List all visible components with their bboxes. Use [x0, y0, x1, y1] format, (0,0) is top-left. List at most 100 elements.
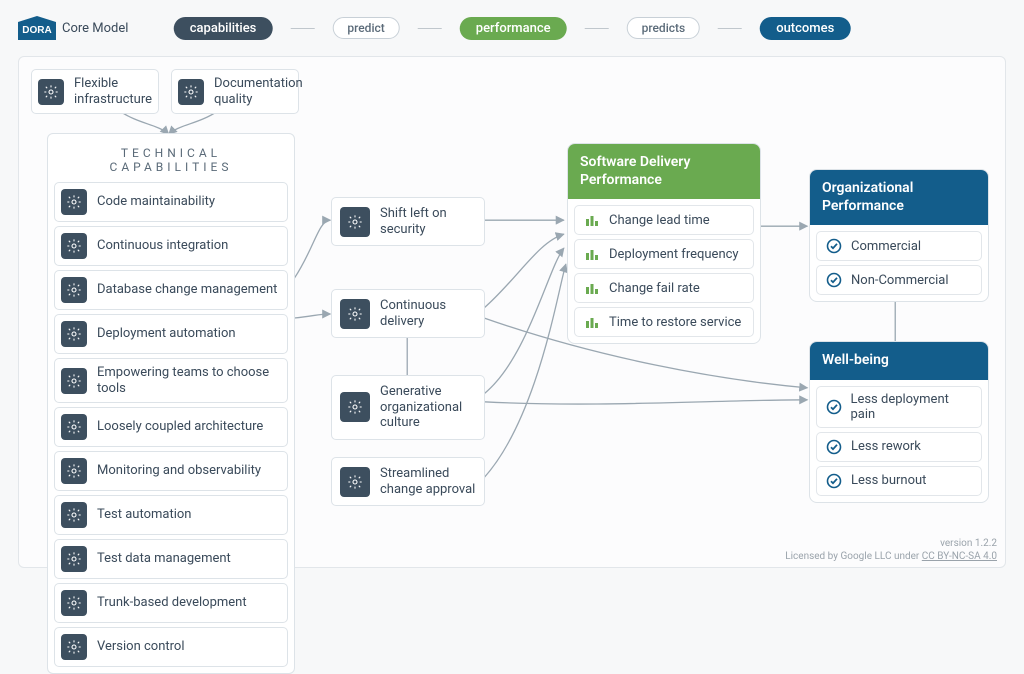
cap-generative-culture: Generative organizational culture — [331, 375, 485, 440]
logo-subtitle: Core Model — [62, 21, 128, 36]
legend-connector — [718, 28, 742, 29]
legend-connector — [290, 28, 314, 29]
panel-title: Well-being — [810, 342, 988, 380]
metric-label: Less rework — [851, 439, 921, 454]
metric-label: Time to restore service — [609, 315, 741, 330]
metric-item: Less burnout — [816, 466, 982, 496]
bar-chart-icon — [583, 313, 601, 331]
legend-connector — [418, 28, 442, 29]
bar-chart-icon — [583, 211, 601, 229]
cap-item: Monitoring and observability — [54, 451, 288, 491]
cap-item: Database change management — [54, 270, 288, 310]
metric-label: Less burnout — [851, 473, 926, 488]
cap-label: Monitoring and observability — [97, 463, 261, 479]
metric-item: Non-Commercial — [816, 265, 982, 295]
sdp-panel: Software Delivery Performance Change lea… — [567, 143, 761, 344]
cap-label: Database change management — [97, 282, 277, 298]
org-perf-panel: Organizational Performance Commercial No… — [809, 169, 989, 302]
bar-chart-icon — [583, 279, 601, 297]
gear-icon — [61, 458, 87, 484]
cap-item: Version control — [54, 627, 288, 667]
gear-icon — [340, 392, 370, 422]
cap-item: Trunk-based development — [54, 583, 288, 623]
cap-change-approval: Streamlined change approval — [331, 457, 485, 506]
cap-label: Trunk-based development — [97, 595, 247, 611]
legend-performance: performance — [460, 17, 567, 40]
gear-icon — [61, 590, 87, 616]
metric-item: Change fail rate — [574, 273, 754, 303]
legend-connector — [585, 28, 609, 29]
license-link[interactable]: CC BY-NC-SA 4.0 — [922, 551, 997, 562]
gear-icon — [61, 277, 87, 303]
cap-label: Deployment automation — [97, 326, 236, 342]
metric-item: Change lead time — [574, 205, 754, 235]
gear-icon — [61, 233, 87, 259]
license-text: Licensed by Google LLC under — [785, 551, 919, 562]
metric-item: Deployment frequency — [574, 239, 754, 269]
cap-item: Test data management — [54, 539, 288, 579]
svg-text:DORA: DORA — [22, 25, 51, 36]
logo: DORA Core Model — [18, 16, 128, 40]
metric-label: Deployment frequency — [609, 247, 739, 262]
gear-icon — [61, 368, 87, 394]
cap-item: Deployment automation — [54, 314, 288, 354]
cap-label: Loosely coupled architecture — [97, 419, 263, 435]
check-circle-icon — [825, 438, 843, 456]
cap-continuous-delivery: Continuous delivery — [331, 289, 485, 338]
cap-item: Continuous integration — [54, 226, 288, 266]
cap-item: Loosely coupled architecture — [54, 407, 288, 447]
cap-label: Test data management — [97, 551, 231, 567]
cap-label: Continuous delivery — [380, 298, 476, 329]
cap-label: Generative organizational culture — [380, 384, 476, 431]
check-circle-icon — [825, 271, 843, 289]
metric-label: Less deployment pain — [850, 392, 973, 422]
version-text: version 1.2.2 — [785, 537, 997, 550]
check-circle-icon — [825, 472, 843, 490]
legend-predict: predict — [332, 17, 399, 39]
cap-item: Test automation — [54, 495, 288, 535]
cap-label: Shift left on security — [380, 206, 476, 237]
gear-icon — [340, 207, 370, 237]
cap-item: Empowering teams to choose tools — [54, 358, 288, 403]
cap-label: Streamlined change approval — [380, 466, 476, 497]
gear-icon — [340, 299, 370, 329]
cap-label: Documentation quality — [214, 76, 303, 107]
check-circle-icon — [825, 398, 842, 416]
check-circle-icon — [825, 237, 843, 255]
cap-label: Code maintainability — [97, 194, 215, 210]
cap-documentation-quality: Documentation quality — [171, 69, 299, 114]
metric-item: Time to restore service — [574, 307, 754, 337]
gear-icon — [178, 79, 204, 105]
header: DORA Core Model capabilities predict per… — [0, 0, 1024, 56]
metric-label: Change fail rate — [609, 281, 700, 296]
gear-icon — [61, 502, 87, 528]
legend-outcomes: outcomes — [760, 17, 850, 40]
legend-capabilities: capabilities — [174, 17, 273, 40]
cap-label: Continuous integration — [97, 238, 228, 254]
metric-label: Change lead time — [609, 213, 710, 228]
logo-badge-icon: DORA — [18, 16, 56, 40]
gear-icon — [340, 467, 370, 497]
gear-icon — [61, 414, 87, 440]
well-being-panel: Well-being Less deployment pain Less rew… — [809, 341, 989, 503]
cap-label: Empowering teams to choose tools — [97, 365, 279, 396]
legend-predicts: predicts — [627, 17, 701, 39]
cap-flexible-infrastructure: Flexible infrastructure — [31, 69, 159, 114]
metric-item: Less rework — [816, 432, 982, 462]
legend: capabilities predict performance predict… — [174, 17, 851, 40]
gear-icon — [61, 546, 87, 572]
panel-title: TECHNICAL CAPABILITIES — [54, 140, 288, 182]
tech-capabilities-panel: TECHNICAL CAPABILITIES Code maintainabil… — [47, 133, 295, 674]
footer: version 1.2.2 Licensed by Google LLC und… — [785, 537, 997, 563]
gear-icon — [61, 321, 87, 347]
metric-label: Commercial — [851, 239, 921, 254]
cap-shift-left: Shift left on security — [331, 197, 485, 246]
cap-label: Test automation — [97, 507, 191, 523]
diagram-board: Flexible infrastructure Documentation qu… — [18, 56, 1006, 568]
panel-title: Software Delivery Performance — [568, 144, 760, 199]
bar-chart-icon — [583, 245, 601, 263]
gear-icon — [61, 634, 87, 660]
cap-item: Code maintainability — [54, 182, 288, 222]
gear-icon — [61, 189, 87, 215]
gear-icon — [38, 79, 64, 105]
